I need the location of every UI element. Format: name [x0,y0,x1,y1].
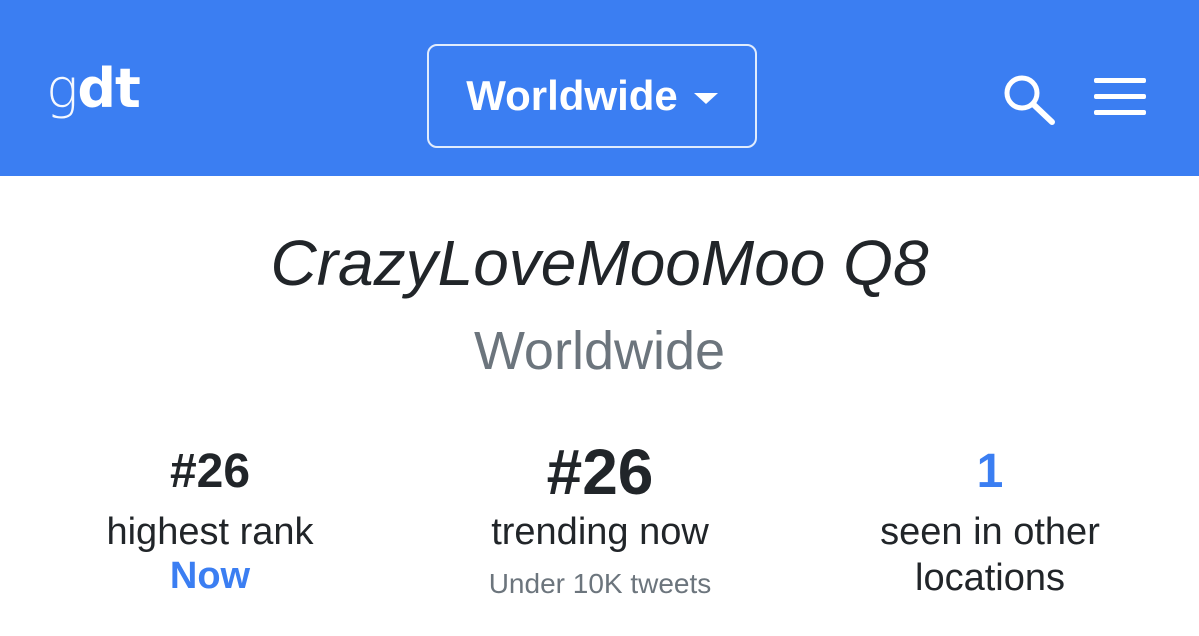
other-locations-label-line2: locations [915,556,1065,599]
stat-other-locations[interactable]: 1 seen in other locations [840,440,1140,601]
menu-line [1094,110,1146,115]
menu-line [1094,78,1146,83]
other-locations-label-line1: seen in other [880,511,1100,553]
stat-highest-rank: #26 highest rank Now [60,440,360,599]
search-icon [1004,75,1055,125]
trending-now-label: trending now [491,511,709,553]
location-dropdown[interactable]: Worldwide [427,44,757,148]
trend-title: CrazyLoveMooMoo Q8 [270,227,929,299]
logo-dt: dt [77,57,140,120]
tweet-volume: Under 10K tweets [488,567,712,599]
search-button[interactable] [1000,72,1060,128]
highest-rank-when: Now [169,554,251,597]
location-dropdown-label: Worldwide [466,72,678,119]
highest-rank-label: highest rank [106,511,314,553]
hamburger-menu-icon[interactable] [1094,78,1146,118]
caret-down-icon [693,92,718,104]
top-nav-bar: gdt Worldwide [0,0,1199,176]
trend-location: Worldwide [473,321,726,381]
stat-trending-now: #26 trending now Under 10K tweets [440,440,760,600]
other-locations-count[interactable]: 1 [840,440,1140,496]
highest-rank-value: #26 [169,445,251,498]
logo-g: g [46,57,78,120]
gdt-logo[interactable]: gdt [46,62,141,116]
other-locations-label: seen in other locations [840,510,1140,601]
menu-line [1094,94,1146,99]
trending-now-value: #26 [546,436,654,508]
